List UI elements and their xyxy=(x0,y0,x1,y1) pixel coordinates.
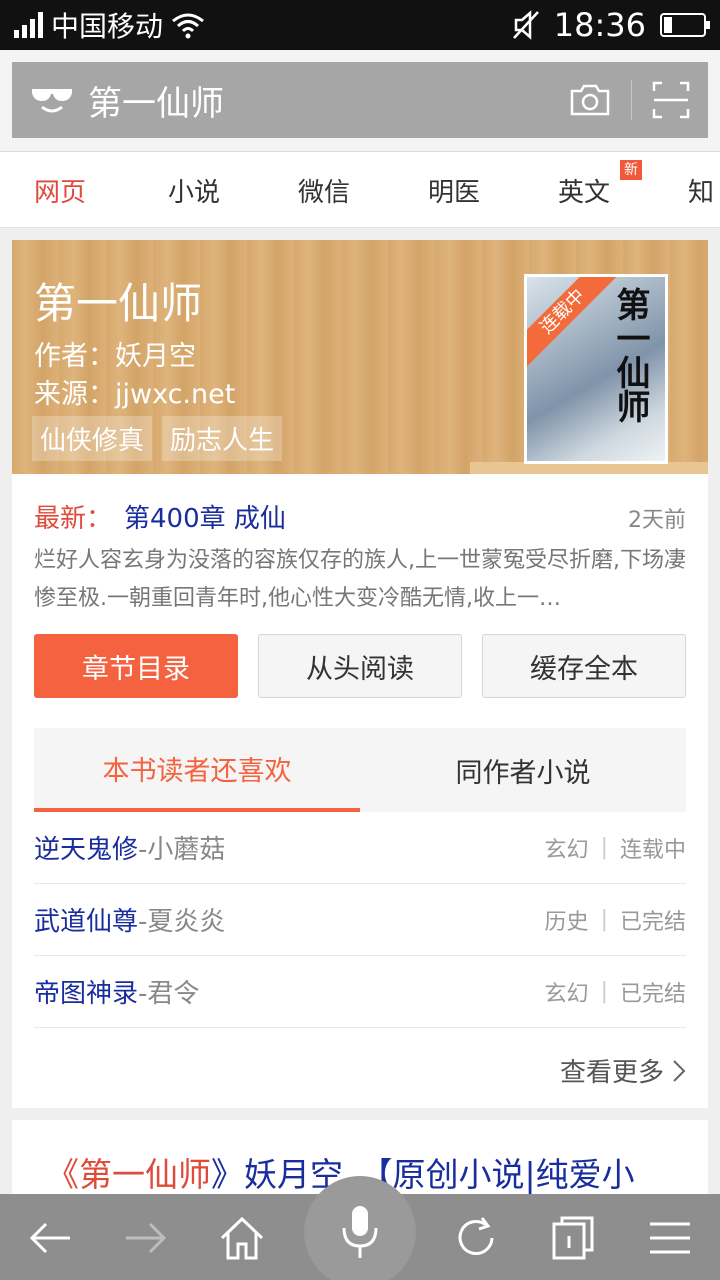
book-source: 来源：jjwxc.net xyxy=(34,379,236,410)
signal-icon xyxy=(14,12,43,38)
latest-label: 最新： xyxy=(34,504,113,534)
list-item[interactable]: 逆天鬼修 -小蘑菇 玄幻 | 连载中 xyxy=(34,812,686,884)
menu-icon[interactable] xyxy=(646,1214,694,1262)
novel-genre: 历史 xyxy=(544,909,589,935)
cache-all-button[interactable]: 缓存全本 xyxy=(482,634,686,698)
tab-english[interactable]: 英文 新 xyxy=(558,160,642,209)
novel-title: 帝图神录 xyxy=(34,979,139,1009)
tab-same-author[interactable]: 同作者小说 xyxy=(360,728,686,812)
search-input[interactable]: 第一仙师 xyxy=(12,62,708,138)
book-cover[interactable]: 连载中 第一仙师 xyxy=(524,274,668,464)
see-more-link[interactable]: 查看更多 xyxy=(560,1052,686,1089)
clock: 18:36 xyxy=(553,6,646,44)
book-banner[interactable]: 第一仙师 作者：妖月空 来源：jjwxc.net 仙侠修真 励志人生 连载中 第… xyxy=(12,240,708,474)
tab-wechat[interactable]: 微信 xyxy=(298,172,350,209)
carrier-name: 中国移动 xyxy=(51,10,164,43)
latest-chapter[interactable]: 最新： 第400章 成仙 xyxy=(34,498,286,535)
refresh-icon[interactable] xyxy=(452,1214,500,1262)
tag[interactable]: 仙侠修真 xyxy=(32,416,153,461)
sunglasses-logo-icon xyxy=(32,89,72,113)
voice-search-button[interactable] xyxy=(304,1176,416,1280)
novel-title: 逆天鬼修 xyxy=(34,835,139,865)
recommend-tabs: 本书读者还喜欢 同作者小说 xyxy=(34,728,686,812)
tab-medical[interactable]: 明医 xyxy=(428,172,480,209)
novel-status: 已完结 xyxy=(619,909,686,935)
novel-status: 连载中 xyxy=(619,837,686,863)
catalog-button[interactable]: 章节目录 xyxy=(34,634,238,698)
microphone-icon xyxy=(342,1206,378,1258)
book-tags: 仙侠修真 励志人生 xyxy=(32,416,283,461)
novel-status: 已完结 xyxy=(619,981,686,1007)
search-query: 第一仙师 xyxy=(88,83,224,124)
tab-readers-also-like[interactable]: 本书读者还喜欢 xyxy=(34,728,360,812)
tab-web[interactable]: 网页 xyxy=(34,172,86,209)
list-item[interactable]: 帝图神录 -君令 玄幻 | 已完结 xyxy=(34,956,686,1028)
cover-title: 第一仙师 xyxy=(610,287,650,423)
list-item[interactable]: 武道仙尊 -夏炎炎 历史 | 已完结 xyxy=(34,884,686,956)
novel-genre: 玄幻 xyxy=(544,981,589,1007)
battery-icon xyxy=(660,13,710,37)
book-description: 烂好人容玄身为没落的容族仅存的族人,上一世蒙冤受尽折磨,下场凄惨至极.一朝重回青… xyxy=(34,548,686,611)
book-author: 作者：妖月空 xyxy=(34,341,196,372)
see-more-label: 查看更多 xyxy=(559,1058,664,1088)
tab-english-label: 英文 xyxy=(558,178,611,208)
novel-title: 武道仙尊 xyxy=(34,907,139,937)
category-tabs: 网页 小说 微信 明医 英文 新 知 xyxy=(0,152,720,228)
home-icon[interactable] xyxy=(218,1214,266,1262)
divider xyxy=(631,80,632,120)
scan-icon[interactable] xyxy=(652,81,690,119)
new-badge: 新 xyxy=(620,160,642,180)
result-highlight: 第一仙师 xyxy=(79,1155,211,1194)
forward-icon[interactable] xyxy=(122,1214,170,1262)
novel-author: -君令 xyxy=(138,979,200,1009)
status-bar: 中国移动 18:36 xyxy=(0,0,720,50)
search-area: 第一仙师 xyxy=(0,50,720,152)
mute-icon xyxy=(512,10,539,40)
result-prefix: 《 xyxy=(46,1155,79,1194)
latest-time: 2天前 xyxy=(628,508,686,533)
book-card: 第一仙师 作者：妖月空 来源：jjwxc.net 仙侠修真 励志人生 连载中 第… xyxy=(12,240,708,1108)
latest-chapter-link[interactable]: 第400章 成仙 xyxy=(124,504,286,534)
chevron-right-icon xyxy=(673,1059,686,1082)
tab-novel[interactable]: 小说 xyxy=(168,172,220,209)
tab-zhi[interactable]: 知 xyxy=(688,172,714,209)
novel-author: -小蘑菇 xyxy=(138,835,226,865)
wifi-icon xyxy=(172,13,204,39)
result-suffix: 》妖月空_【原创小说|纯爱小 xyxy=(211,1155,635,1194)
book-title: 第一仙师 xyxy=(34,279,203,328)
back-icon[interactable] xyxy=(26,1214,74,1262)
tag[interactable]: 励志人生 xyxy=(162,416,283,461)
novel-genre: 玄幻 xyxy=(544,837,589,863)
read-from-start-button[interactable]: 从头阅读 xyxy=(258,634,462,698)
camera-icon[interactable] xyxy=(569,83,611,117)
tabs-window-icon[interactable] xyxy=(550,1214,598,1262)
novel-author: -夏炎炎 xyxy=(138,907,226,937)
